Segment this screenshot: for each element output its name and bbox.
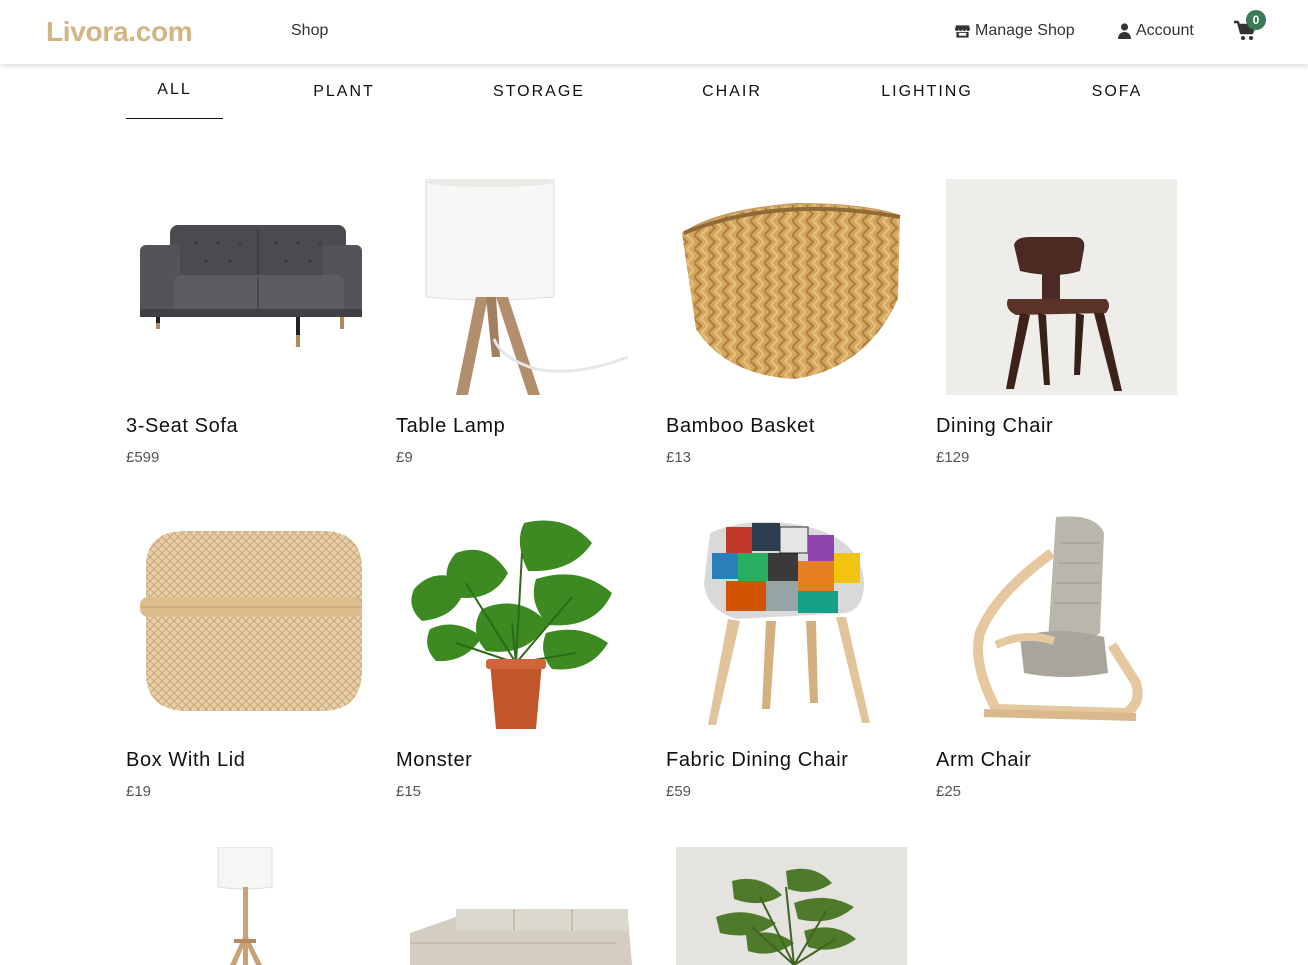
top-navbar: Livora.com Shop Manage Shop Account 0 (0, 0, 1308, 64)
product-price: £9 (396, 449, 413, 466)
manage-shop-label: Manage Shop (975, 22, 1075, 39)
product-card[interactable]: Box With Lid £19 (126, 513, 376, 813)
product-price: £13 (666, 449, 692, 466)
product-name: Arm Chair (936, 749, 1032, 771)
product-card[interactable]: Dining Chair £129 (936, 179, 1186, 479)
tab-lighting[interactable]: LIGHTING (874, 64, 980, 119)
product-image-patchwork-chair (666, 513, 902, 729)
product-card[interactable]: Arm Chair £25 (936, 513, 1186, 813)
product-card[interactable]: 3-Seat Sofa £599 (126, 179, 376, 479)
product-name: 3-Seat Sofa (126, 415, 239, 437)
product-card[interactable]: Bamboo Basket £13 (666, 179, 916, 479)
product-image-bamboo-basket (666, 179, 902, 395)
cart-count-badge: 0 (1246, 10, 1266, 30)
product-name: Box With Lid (126, 749, 246, 771)
tab-sofa[interactable]: SOFA (1082, 64, 1152, 119)
product-image-box-with-lid (126, 513, 362, 729)
tab-plant[interactable]: PLANT (294, 64, 394, 119)
product-price: £59 (666, 783, 692, 800)
manage-shop-link[interactable]: Manage Shop (955, 22, 1075, 40)
product-card[interactable] (126, 847, 376, 965)
brand-logo[interactable]: Livora.com (46, 16, 193, 48)
account-label: Account (1136, 22, 1194, 39)
tab-chair[interactable]: CHAIR (686, 64, 778, 119)
tab-all[interactable]: ALL (126, 64, 223, 119)
product-image-sofa (126, 179, 362, 395)
product-image-monstera-plant (396, 513, 632, 729)
product-card[interactable]: Monster £15 (396, 513, 646, 813)
product-price: £599 (126, 449, 160, 466)
product-name: Fabric Dining Chair (666, 749, 849, 771)
product-image-floor-lamp (126, 847, 362, 965)
product-image-corner-sofa (396, 847, 632, 965)
category-tabs: ALL PLANT STORAGE CHAIR LIGHTING SOFA (126, 64, 1182, 120)
product-image-table-lamp (396, 179, 632, 395)
product-card[interactable]: Fabric Dining Chair £59 (666, 513, 916, 813)
product-price: £25 (936, 783, 962, 800)
product-price: £19 (126, 783, 152, 800)
product-card[interactable]: Table Lamp £9 (396, 179, 646, 479)
nav-shop-link[interactable]: Shop (291, 22, 328, 40)
product-name: Monster (396, 749, 473, 771)
product-price: £129 (936, 449, 970, 466)
user-icon (1118, 23, 1131, 39)
product-card[interactable] (666, 847, 916, 965)
account-link[interactable]: Account (1118, 22, 1194, 40)
product-price: £15 (396, 783, 422, 800)
product-image-dining-chair (946, 179, 1177, 395)
product-image-potted-plant (676, 847, 907, 965)
tab-storage[interactable]: STORAGE (482, 64, 596, 119)
store-icon (955, 25, 970, 38)
product-card[interactable] (396, 847, 646, 965)
nav-shop-label: Shop (291, 22, 329, 39)
product-name: Bamboo Basket (666, 415, 815, 437)
product-name: Dining Chair (936, 415, 1054, 437)
product-image-arm-chair (936, 513, 1172, 729)
product-name: Table Lamp (396, 415, 506, 437)
